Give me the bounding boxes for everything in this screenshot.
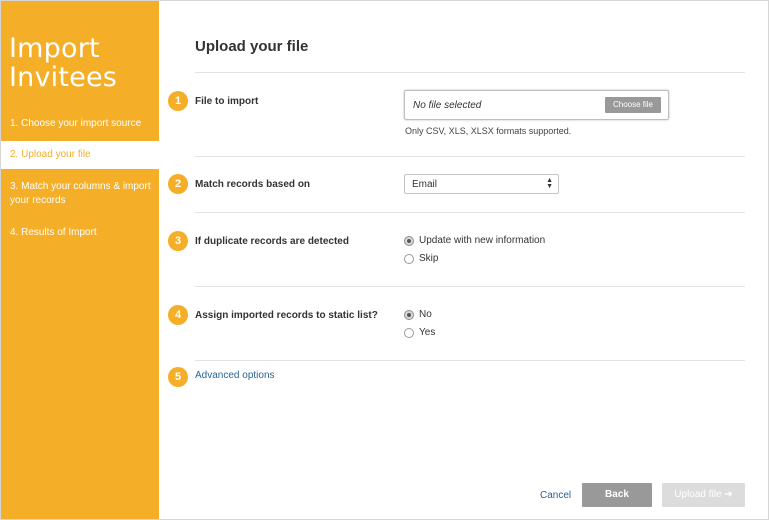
sidebar-step-choose-source[interactable]: 1. Choose your import source bbox=[1, 117, 159, 131]
sidebar-step-upload-file[interactable]: 2. Upload your file bbox=[1, 141, 159, 169]
file-status-text: No file selected bbox=[413, 100, 482, 111]
divider bbox=[195, 156, 745, 157]
divider bbox=[195, 360, 745, 361]
step-number-badge: 4 bbox=[168, 305, 188, 325]
radio-button-selected[interactable] bbox=[404, 310, 414, 320]
select-arrows-icon: ▲ ▼ bbox=[546, 177, 553, 190]
divider bbox=[195, 286, 745, 287]
divider bbox=[195, 212, 745, 213]
back-button[interactable]: Back bbox=[582, 483, 652, 507]
match-records-select[interactable]: Email ▲ ▼ bbox=[404, 174, 559, 194]
sidebar-step-match-columns[interactable]: 3. Match your columns & import your reco… bbox=[1, 180, 159, 208]
sidebar: Import Invitees 1. Choose your import so… bbox=[1, 1, 159, 519]
supported-formats-note: Only CSV, XLS, XLSX formats supported. bbox=[405, 126, 572, 136]
radio-label: Yes bbox=[419, 327, 436, 338]
file-picker[interactable]: No file selected Choose file bbox=[404, 90, 669, 120]
choose-file-button[interactable]: Choose file bbox=[605, 97, 661, 113]
page-title: Upload your file bbox=[195, 38, 309, 55]
radio-label: Skip bbox=[419, 253, 439, 264]
radio-button[interactable] bbox=[404, 328, 414, 338]
radio-label: No bbox=[419, 309, 432, 320]
radio-button-selected[interactable] bbox=[404, 236, 414, 246]
step-number-badge: 3 bbox=[168, 231, 188, 251]
sidebar-step-results[interactable]: 4. Results of Import bbox=[1, 226, 159, 240]
step-number-badge: 2 bbox=[168, 174, 188, 194]
upload-file-button[interactable]: Upload file ➔ bbox=[662, 483, 745, 507]
match-records-label: Match records based on bbox=[195, 179, 311, 190]
import-dialog: Import Invitees 1. Choose your import so… bbox=[0, 0, 769, 520]
match-records-selected-value: Email bbox=[412, 179, 438, 190]
step-number-badge: 1 bbox=[168, 91, 188, 111]
duplicate-records-label: If duplicate records are detected bbox=[195, 236, 349, 247]
advanced-options-link[interactable]: Advanced options bbox=[195, 370, 275, 381]
radio-button[interactable] bbox=[404, 254, 414, 264]
file-to-import-label: File to import bbox=[195, 96, 259, 107]
cancel-link[interactable]: Cancel bbox=[540, 490, 571, 501]
sidebar-title: Import Invitees bbox=[9, 33, 118, 93]
static-list-label: Assign imported records to static list? bbox=[195, 310, 378, 321]
radio-label: Update with new information bbox=[419, 235, 546, 246]
step-number-badge: 5 bbox=[168, 367, 188, 387]
divider bbox=[195, 72, 745, 73]
